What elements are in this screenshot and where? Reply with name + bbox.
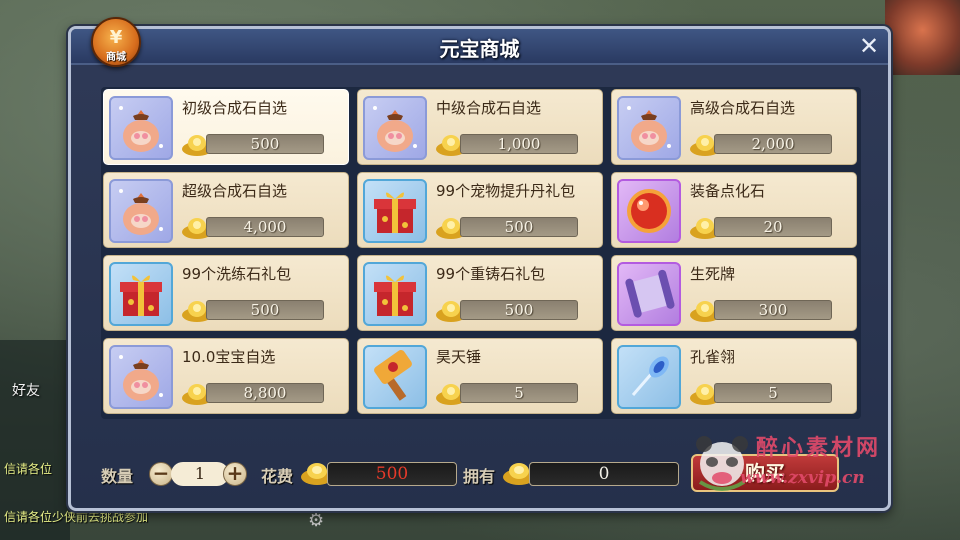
item-price-row: 8,800: [180, 377, 348, 407]
pouch-icon: [109, 96, 173, 160]
minus-button[interactable]: −: [149, 462, 173, 486]
shop-item-card[interactable]: 99个重铸石礼包 500: [357, 255, 603, 331]
pouch-icon: [617, 96, 681, 160]
item-name: 生死牌: [690, 265, 736, 283]
item-price: 20: [714, 217, 832, 237]
pouch-icon: [109, 179, 173, 243]
item-price: 5: [460, 383, 578, 403]
item-price: 300: [714, 300, 832, 320]
shop-item-card[interactable]: 初级合成石自选 500: [103, 89, 349, 165]
buy-button[interactable]: 购买: [691, 454, 839, 492]
gift-box-icon: [363, 179, 427, 243]
item-price: 1,000: [460, 134, 578, 154]
shop-item-card[interactable]: 10.0宝宝自选 8,800: [103, 338, 349, 414]
shop-item-card[interactable]: 高级合成石自选 2,000: [611, 89, 857, 165]
item-price-row: 2,000: [688, 128, 856, 158]
shop-item-card[interactable]: 99个洗练石礼包 500: [103, 255, 349, 331]
shop-item-card[interactable]: 昊天锤 5: [357, 338, 603, 414]
friend-button[interactable]: 好友: [12, 380, 40, 400]
item-price: 4,000: [206, 217, 324, 237]
quantity-field[interactable]: 1: [171, 462, 229, 486]
shop-item-card[interactable]: 装备点化石 20: [611, 172, 857, 248]
feather-dart-icon: [617, 345, 681, 409]
window-title: 元宝商城: [439, 37, 520, 61]
item-price-row: 500: [434, 211, 602, 241]
shop-item-card[interactable]: 中级合成石自选 1,000: [357, 89, 603, 165]
pouch-icon: [363, 96, 427, 160]
item-price: 500: [206, 134, 324, 154]
item-price: 5: [714, 383, 832, 403]
item-name: 昊天锤: [436, 348, 482, 366]
item-name: 99个宠物提升丹礼包: [436, 182, 576, 200]
gift-box-icon: [109, 262, 173, 326]
red-orb-icon: [617, 179, 681, 243]
chat-line: 信请各位: [4, 462, 53, 476]
close-button[interactable]: ✕: [854, 32, 884, 60]
quantity-label: 数量: [101, 467, 134, 486]
gear-icon[interactable]: ⚙: [308, 510, 324, 531]
item-price-row: 300: [688, 294, 856, 324]
item-price: 8,800: [206, 383, 324, 403]
shop-badge-label: 商城: [106, 52, 126, 63]
item-name: 装备点化石: [690, 182, 766, 200]
item-price: 500: [460, 217, 578, 237]
pouch-icon: [109, 345, 173, 409]
gift-box-icon: [363, 262, 427, 326]
item-price-row: 4,000: [180, 211, 348, 241]
item-name: 孔雀翎: [690, 348, 736, 366]
shop-item-card[interactable]: 超级合成石自选 4,000: [103, 172, 349, 248]
item-name: 初级合成石自选: [182, 99, 288, 117]
shop-item-card[interactable]: 生死牌 300: [611, 255, 857, 331]
plus-button[interactable]: +: [223, 462, 247, 486]
cost-label: 花费: [261, 467, 294, 486]
item-price: 500: [206, 300, 324, 320]
money-bag-icon: ¥: [109, 27, 123, 48]
hammer-icon: [363, 345, 427, 409]
item-price-row: 1,000: [434, 128, 602, 158]
item-price-row: 500: [180, 128, 348, 158]
shop-window: 元宝商城 ✕ ¥ 商城 初级合成石自选 500 中级合成石自选 1,000 高级合成石自…: [68, 17, 891, 511]
shop-item-card[interactable]: 99个宠物提升丹礼包 500: [357, 172, 603, 248]
item-price-row: 500: [180, 294, 348, 324]
cost-value: 500: [327, 462, 457, 486]
item-price-row: 500: [434, 294, 602, 324]
items-grid: 初级合成石自选 500 中级合成石自选 1,000 高级合成石自选 2,000 超级合成石自…: [101, 87, 861, 419]
item-name: 高级合成石自选: [690, 99, 796, 117]
shop-item-card[interactable]: 孔雀翎 5: [611, 338, 857, 414]
item-price: 500: [460, 300, 578, 320]
item-name: 99个洗练石礼包: [182, 265, 292, 283]
item-name: 99个重铸石礼包: [436, 265, 546, 283]
scroll-icon: [617, 262, 681, 326]
item-name: 中级合成石自选: [436, 99, 542, 117]
item-name: 超级合成石自选: [182, 182, 288, 200]
owned-value: 0: [529, 462, 679, 486]
shop-badge: ¥ 商城: [91, 17, 141, 67]
item-price-row: 5: [688, 377, 856, 407]
title-bar: 元宝商城 ✕: [71, 29, 888, 65]
purchase-bar: 数量 − 1 + 花费 500 拥有 0 购买: [71, 449, 888, 499]
item-price-row: 5: [434, 377, 602, 407]
item-name: 10.0宝宝自选: [182, 348, 276, 366]
owned-label: 拥有: [463, 467, 496, 486]
character-portrait[interactable]: [885, 0, 960, 75]
item-price-row: 20: [688, 211, 856, 241]
item-price: 2,000: [714, 134, 832, 154]
